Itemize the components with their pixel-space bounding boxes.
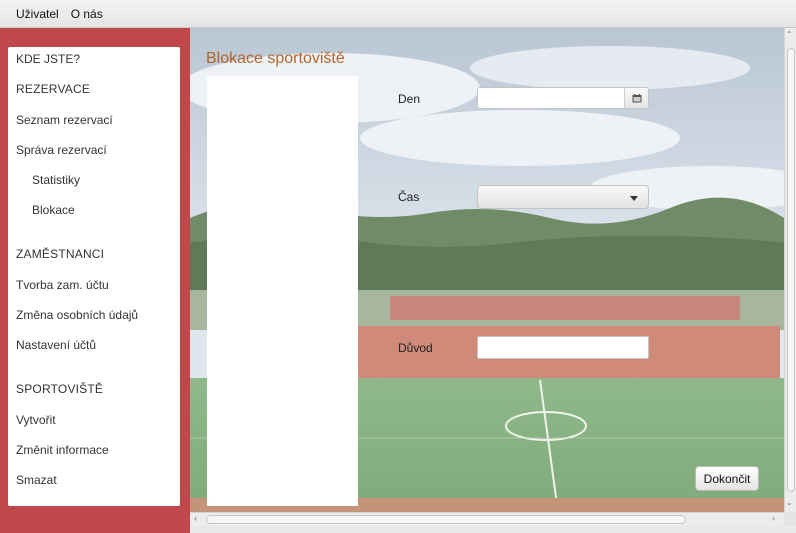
day-input[interactable] [478,88,623,108]
sidebar-nav: KDE JSTE? REZERVACE Seznam rezervací Spr… [8,47,180,506]
reason-field[interactable] [477,336,649,359]
sidebar-item-reservation-management[interactable]: Správa rezervací [16,143,107,157]
time-select[interactable] [477,185,649,209]
time-label: Čas [398,190,420,204]
scroll-left-icon[interactable]: ‹ [194,513,197,523]
page-title: Blokace sportoviště [206,50,345,67]
sidebar-item-change-personal-info[interactable]: Změna osobních údajů [16,308,138,322]
menu-about[interactable]: O nás [65,7,109,21]
scroll-up-icon[interactable]: ⌃ [786,30,793,39]
sidebar-item-edit-info[interactable]: Změnit informace [16,443,109,457]
calendar-icon[interactable] [624,88,648,108]
finish-button[interactable]: Dokončit [695,466,759,491]
reason-input[interactable] [478,337,648,358]
blocking-list[interactable] [207,76,358,506]
sidebar-item-reservation-list[interactable]: Seznam rezervací [16,113,113,127]
vertical-scroll-thumb[interactable] [787,48,795,492]
scroll-down-icon[interactable]: ⌄ [786,498,793,507]
menu-user[interactable]: Uživatel [10,7,65,21]
vertical-scrollbar[interactable]: ⌃ ⌄ [784,28,796,512]
sidebar-section-sports-facilities[interactable]: SPORTOVIŠTĚ [16,382,103,396]
sidebar-section-reservations[interactable]: REZERVACE [16,82,90,96]
sidebar-section-employees[interactable]: ZAMĚSTNANCI [16,247,104,261]
sidebar-item-delete[interactable]: Smazat [16,473,57,487]
sidebar-item-blocking[interactable]: Blokace [32,203,75,217]
scrollbar-corner [784,512,796,526]
sidebar-frame: KDE JSTE? REZERVACE Seznam rezervací Spr… [0,28,190,533]
window-bottom-edge [190,526,796,533]
day-label: Den [398,92,421,106]
day-date-picker[interactable] [477,87,649,109]
horizontal-scroll-thumb[interactable] [206,515,686,524]
scroll-right-icon[interactable]: › [772,513,775,523]
menu-bar: Uživatel O nás [0,0,796,28]
sidebar-item-create-employee-account[interactable]: Tvorba zam. účtu [16,278,109,292]
sidebar-item-create[interactable]: Vytvořit [16,413,56,427]
sidebar-item-statistics[interactable]: Statistiky [32,173,80,187]
reason-label: Důvod [398,341,433,355]
horizontal-scrollbar[interactable]: ‹ › [190,512,784,526]
chevron-down-icon [630,196,638,201]
main-content: Blokace sportoviště Den Čas Důvod Dokonč… [190,28,784,512]
sidebar-item-where-are-you[interactable]: KDE JSTE? [16,52,80,66]
sidebar-item-account-settings[interactable]: Nastavení účtů [16,338,96,352]
